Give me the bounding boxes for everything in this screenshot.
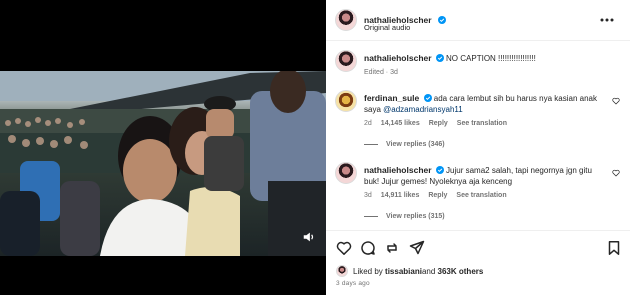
view-replies-button[interactable]: View replies (315): [364, 213, 445, 220]
heart-icon[interactable]: [612, 169, 620, 177]
commenter-username[interactable]: ferdinan_sule: [364, 93, 419, 103]
audio-label[interactable]: Original audio: [364, 23, 410, 32]
liker-avatar[interactable]: [336, 265, 348, 277]
caption-username[interactable]: nathalieholscher: [364, 53, 432, 63]
speaker-icon[interactable]: [302, 230, 316, 244]
comment-meta: 3d 14,911 likes Reply See translation: [364, 192, 507, 199]
comment-age: 3d: [364, 192, 372, 199]
bookmark-icon[interactable]: [606, 240, 622, 256]
translate-button[interactable]: See translation: [457, 120, 507, 127]
media-pane: [0, 0, 326, 295]
verified-badge-icon: [435, 166, 444, 174]
view-replies-button[interactable]: View replies (346): [364, 141, 445, 148]
view-replies-label: View replies (315): [386, 213, 445, 220]
comment-item: ferdinan_sule ada cara lembut sih bu har…: [326, 87, 630, 157]
heart-icon[interactable]: [336, 240, 352, 256]
comment-likes[interactable]: 14,145 likes: [381, 120, 420, 127]
view-replies-label: View replies (346): [386, 141, 445, 148]
caption-meta: Edited · 3d: [364, 69, 398, 76]
commenter-avatar[interactable]: [335, 162, 357, 184]
comment-meta: 2d 14,145 likes Reply See translation: [364, 120, 507, 127]
caption-avatar[interactable]: [335, 50, 357, 72]
send-icon[interactable]: [409, 240, 425, 256]
comment-likes[interactable]: 14,911 likes: [381, 192, 420, 199]
post-header: nathalieholscher Original audio: [326, 0, 630, 41]
liked-by-user[interactable]: tissabiani: [385, 267, 422, 276]
liked-by-others[interactable]: 363K others: [438, 267, 484, 276]
verified-badge-icon: [438, 16, 447, 24]
post-date[interactable]: 3 days ago: [336, 280, 370, 287]
share-icon[interactable]: [384, 240, 400, 256]
verified-badge-icon: [423, 94, 432, 102]
likes-summary: Liked by tissabiani and 363K others: [336, 265, 483, 277]
verified-badge-icon: [435, 54, 444, 62]
reply-button[interactable]: Reply: [428, 192, 447, 199]
video-player[interactable]: [0, 71, 326, 256]
translate-button[interactable]: See translation: [456, 192, 506, 199]
commenter-username[interactable]: nathalieholscher: [364, 165, 432, 175]
author-avatar[interactable]: [335, 9, 357, 31]
liked-by-connector: and: [421, 266, 436, 276]
comment-mention[interactable]: @adzamadriansyah11: [383, 105, 463, 114]
heart-icon[interactable]: [612, 97, 620, 105]
replies-divider: [364, 144, 378, 145]
comment-icon[interactable]: [360, 240, 376, 256]
commenter-avatar[interactable]: [335, 90, 357, 112]
video-frame: [0, 71, 326, 256]
caption-text: NO CAPTION !!!!!!!!!!!!!!!!!: [446, 54, 536, 63]
more-options-icon[interactable]: [600, 18, 614, 22]
action-bar: Liked by tissabiani and 363K others 3 da…: [326, 230, 630, 295]
replies-divider: [364, 216, 378, 217]
comments-pane: nathalieholscher Original audio nathalie…: [326, 0, 630, 295]
reply-button[interactable]: Reply: [429, 120, 448, 127]
comment-age: 2d: [364, 120, 372, 127]
comment-item: nathalieholscher Jujur sama2 salah, tapi…: [326, 159, 630, 229]
liked-by-prefix: Liked by: [353, 266, 383, 276]
